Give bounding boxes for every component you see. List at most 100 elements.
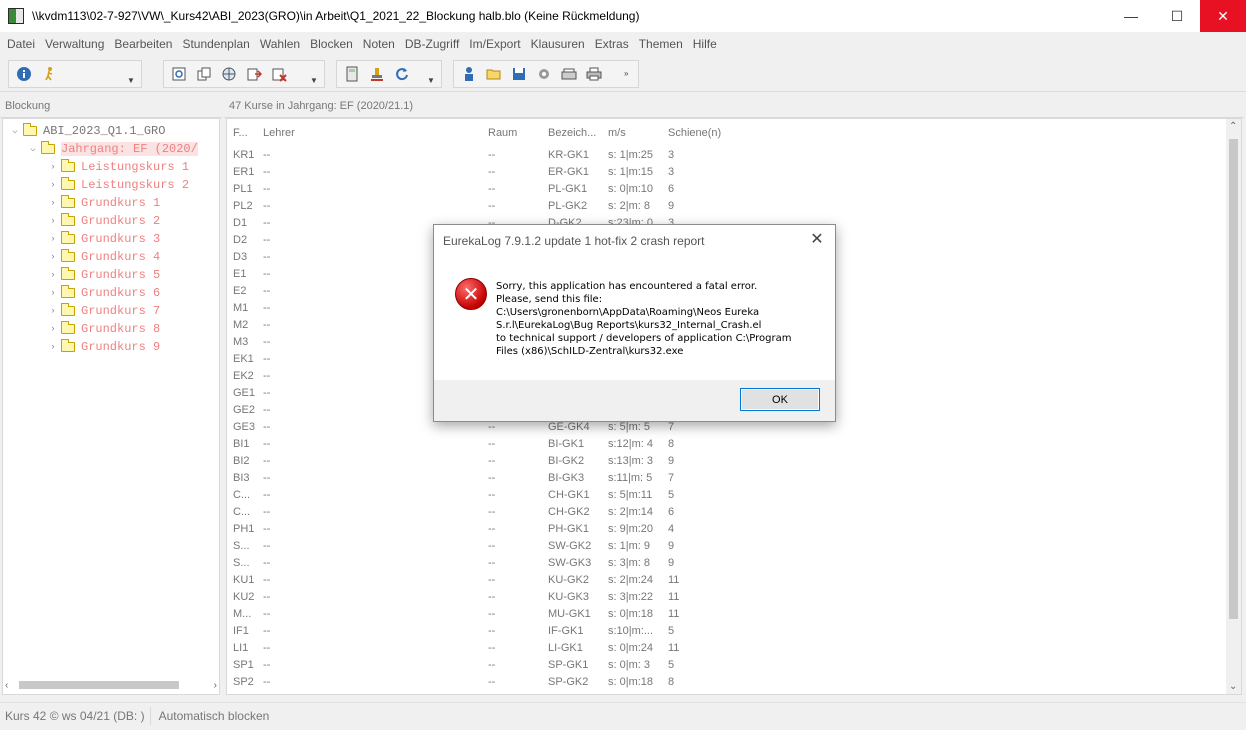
maximize-button[interactable]: ☐: [1154, 0, 1200, 32]
settings-icon[interactable]: [533, 63, 555, 85]
status-version: Kurs 42 © ws 04/21 (DB: ): [0, 706, 151, 725]
chevron-down-icon[interactable]: ⌵: [9, 126, 21, 136]
tree-item-leistungskurs-1[interactable]: › Leistungskurs 1: [3, 158, 219, 176]
ok-button[interactable]: OK: [740, 388, 820, 411]
chevron-right-icon[interactable]: ›: [47, 180, 59, 190]
menu-hilfe[interactable]: Hilfe: [688, 37, 722, 51]
scroll-right-icon[interactable]: ›: [214, 680, 217, 691]
preview-icon[interactable]: [168, 63, 190, 85]
menu-datei[interactable]: Datei: [2, 37, 40, 51]
tree-item-grundkurs-4[interactable]: › Grundkurs 4: [3, 248, 219, 266]
column-header-fach[interactable]: F...: [233, 127, 248, 139]
minimize-button[interactable]: —: [1108, 0, 1154, 32]
table-row[interactable]: BI2 -- -- BI-GK2 s:13|m: 3 9: [227, 453, 1227, 470]
chevron-right-icon[interactable]: ›: [47, 162, 59, 172]
tree-horizontal-scrollbar[interactable]: ‹ ›: [5, 678, 217, 692]
blockung-panel-header: Blockung: [0, 94, 222, 118]
tree-item-grundkurs-5[interactable]: › Grundkurs 5: [3, 266, 219, 284]
vertical-scrollbar[interactable]: ⌃ ⌄: [1226, 119, 1241, 694]
more-tools-icon[interactable]: »: [624, 69, 634, 80]
column-header-raum[interactable]: Raum: [488, 127, 517, 139]
chevron-right-icon[interactable]: ›: [47, 234, 59, 244]
menu-wahlen[interactable]: Wahlen: [255, 37, 305, 51]
menu-themen[interactable]: Themen: [634, 37, 688, 51]
tree-year[interactable]: ⌵ Jahrgang: EF (2020/: [3, 140, 219, 158]
table-row[interactable]: LI1 -- -- LI-GK1 s: 0|m:24 11: [227, 640, 1227, 657]
tree-item-grundkurs-7[interactable]: › Grundkurs 7: [3, 302, 219, 320]
table-row[interactable]: PL1 -- -- PL-GK1 s: 0|m:10 6: [227, 181, 1227, 198]
menu-noten[interactable]: Noten: [358, 37, 400, 51]
menu-stundenplan[interactable]: Stundenplan: [177, 37, 254, 51]
table-row[interactable]: S... -- -- SW-GK3 s: 3|m: 8 9: [227, 555, 1227, 572]
scan-icon[interactable]: [558, 63, 580, 85]
tree-item-leistungskurs-2[interactable]: › Leistungskurs 2: [3, 176, 219, 194]
close-button[interactable]: ✕: [1200, 0, 1246, 32]
table-row[interactable]: KU1 -- -- KU-GK2 s: 2|m:24 11: [227, 572, 1227, 589]
dialog-close-icon[interactable]: ✕: [807, 229, 827, 249]
table-row[interactable]: BI3 -- -- BI-GK3 s:11|m: 5 7: [227, 470, 1227, 487]
refresh-icon[interactable]: [391, 63, 413, 85]
table-row[interactable]: SP2 -- -- SP-GK2 s: 0|m:18 8: [227, 674, 1227, 691]
table-row[interactable]: KR1 -- -- KR-GK1 s: 1|m:25 3: [227, 147, 1227, 164]
chevron-right-icon[interactable]: ›: [47, 216, 59, 226]
chevron-right-icon[interactable]: ›: [47, 288, 59, 298]
table-row[interactable]: M... -- -- MU-GK1 s: 0|m:18 11: [227, 606, 1227, 623]
globe-icon[interactable]: [218, 63, 240, 85]
chevron-right-icon[interactable]: ›: [47, 306, 59, 316]
column-header-bezeichnung[interactable]: Bezeich...: [548, 127, 596, 139]
menu-bearbeiten[interactable]: Bearbeiten: [109, 37, 177, 51]
export-icon[interactable]: [243, 63, 265, 85]
scroll-up-icon[interactable]: ⌃: [1229, 121, 1237, 132]
tree-item-grundkurs-6[interactable]: › Grundkurs 6: [3, 284, 219, 302]
menu-verwaltung[interactable]: Verwaltung: [40, 37, 109, 51]
table-row[interactable]: C... -- -- CH-GK2 s: 2|m:14 6: [227, 504, 1227, 521]
scroll-down-icon[interactable]: ⌄: [1229, 681, 1237, 692]
copy-icon[interactable]: [193, 63, 215, 85]
save-icon[interactable]: [508, 63, 530, 85]
table-row[interactable]: S... -- -- SW-GK2 s: 1|m: 9 9: [227, 538, 1227, 555]
table-row[interactable]: ER1 -- -- ER-GK1 s: 1|m:15 3: [227, 164, 1227, 181]
scrollbar-thumb[interactable]: [19, 681, 179, 689]
chevron-down-icon[interactable]: ▼: [427, 76, 437, 87]
scroll-left-icon[interactable]: ‹: [5, 680, 8, 691]
tree-item-grundkurs-8[interactable]: › Grundkurs 8: [3, 320, 219, 338]
tree-root[interactable]: ⌵ ABI_2023_Q1.1_GRO: [3, 122, 219, 140]
chevron-down-icon[interactable]: ▼: [310, 76, 320, 87]
info-icon[interactable]: [13, 63, 35, 85]
tree-item-grundkurs-1[interactable]: › Grundkurs 1: [3, 194, 219, 212]
tree-item-grundkurs-3[interactable]: › Grundkurs 3: [3, 230, 219, 248]
calculator-icon[interactable]: [341, 63, 363, 85]
column-header-lehrer[interactable]: Lehrer: [263, 127, 295, 139]
tree-item-grundkurs-9[interactable]: › Grundkurs 9: [3, 338, 219, 356]
table-row[interactable]: IF1 -- -- IF-GK1 s:10|m:... 5: [227, 623, 1227, 640]
user-icon[interactable]: [458, 63, 480, 85]
chevron-right-icon[interactable]: ›: [47, 342, 59, 352]
table-row[interactable]: PH1 -- -- PH-GK1 s: 9|m:20 4: [227, 521, 1227, 538]
walk-icon[interactable]: [38, 63, 60, 85]
printer-icon[interactable]: [583, 63, 605, 85]
chevron-right-icon[interactable]: ›: [47, 270, 59, 280]
tree-item-grundkurs-2[interactable]: › Grundkurs 2: [3, 212, 219, 230]
open-folder-icon[interactable]: [483, 63, 505, 85]
delete-icon[interactable]: [268, 63, 290, 85]
column-header-schienen[interactable]: Schiene(n): [668, 127, 721, 139]
chevron-right-icon[interactable]: ›: [47, 324, 59, 334]
table-row[interactable]: KU2 -- -- KU-GK3 s: 3|m:22 11: [227, 589, 1227, 606]
stamp-icon[interactable]: [366, 63, 388, 85]
chevron-down-icon[interactable]: ▼: [127, 76, 137, 87]
table-row[interactable]: PL2 -- -- PL-GK2 s: 2|m: 8 9: [227, 198, 1227, 215]
table-row[interactable]: BI1 -- -- BI-GK1 s:12|m: 4 8: [227, 436, 1227, 453]
chevron-right-icon[interactable]: ›: [47, 252, 59, 262]
menu-im-export[interactable]: Im/Export: [464, 37, 525, 51]
menu-klausuren[interactable]: Klausuren: [526, 37, 590, 51]
table-row[interactable]: SP1 -- -- SP-GK1 s: 0|m: 3 5: [227, 657, 1227, 674]
column-header-ms[interactable]: m/s: [608, 127, 626, 139]
scrollbar-thumb[interactable]: [1229, 139, 1238, 619]
chevron-right-icon[interactable]: ›: [47, 198, 59, 208]
table-row[interactable]: C... -- -- CH-GK1 s: 5|m:11 5: [227, 487, 1227, 504]
table-cell: s: 3|m:22: [608, 591, 654, 603]
chevron-down-icon[interactable]: ⌵: [27, 144, 39, 154]
menu-extras[interactable]: Extras: [590, 37, 634, 51]
menu-db-zugriff[interactable]: DB-Zugriff: [400, 37, 464, 51]
menu-blocken[interactable]: Blocken: [305, 37, 358, 51]
